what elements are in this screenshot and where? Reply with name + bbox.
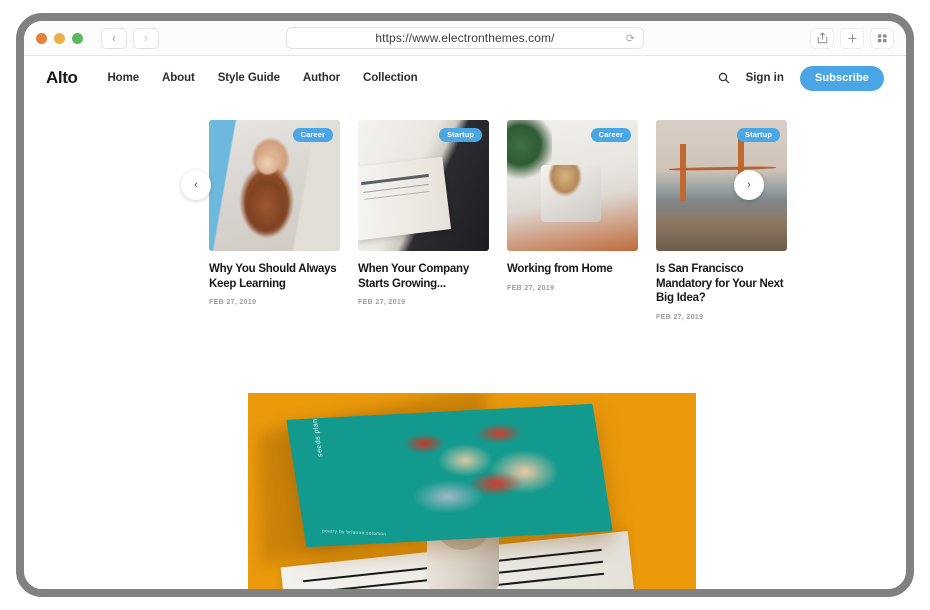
url-text: https://www.electronthemes.com/ (375, 31, 555, 45)
forward-button[interactable]: › (133, 27, 159, 49)
main-navigation: Home About Style Guide Author Collection (107, 72, 417, 84)
hero-feature-image[interactable]: seeds planted in concrete poetry by bria… (248, 393, 696, 589)
article-thumbnail[interactable]: Startup (358, 120, 489, 251)
site-header: Alto Home About Style Guide Author Colle… (24, 56, 906, 100)
nav-item-author[interactable]: Author (303, 72, 340, 84)
chevron-right-icon: › (747, 179, 751, 191)
article-carousel: Career Why You Should Always Keep Learni… (24, 120, 906, 321)
article-thumbnail[interactable]: Career (507, 120, 638, 251)
category-badge[interactable]: Startup (737, 128, 780, 142)
article-card[interactable]: Startup Is San Francisco Mandatory for Y… (656, 120, 787, 321)
chevron-left-icon: ‹ (194, 179, 198, 191)
nav-item-home[interactable]: Home (107, 72, 139, 84)
category-badge[interactable]: Career (590, 128, 631, 142)
article-thumbnail[interactable]: Startup (656, 120, 787, 251)
browser-window: ‹ › https://www.electronthemes.com/ ⟳ Al… (24, 21, 906, 589)
article-date: FEB 27, 2019 (507, 284, 555, 292)
navigation-buttons: ‹ › (101, 27, 159, 49)
carousel-prev-button[interactable]: ‹ (181, 170, 211, 200)
subscribe-button[interactable]: Subscribe (799, 65, 884, 91)
article-date: FEB 27, 2019 (656, 314, 704, 322)
article-date: FEB 27, 2019 (209, 299, 257, 307)
nav-item-about[interactable]: About (162, 72, 195, 84)
browser-actions (810, 27, 894, 49)
back-button[interactable]: ‹ (101, 27, 127, 49)
sign-in-link[interactable]: Sign in (746, 72, 784, 84)
tab-overview-button[interactable] (870, 27, 894, 49)
article-card-list: Career Why You Should Always Keep Learni… (24, 120, 906, 321)
close-window-button[interactable] (36, 32, 47, 44)
carousel-next-button[interactable]: › (734, 170, 764, 200)
minimize-window-button[interactable] (54, 32, 65, 44)
category-badge[interactable]: Career (292, 128, 333, 142)
grid-icon (877, 33, 887, 42)
article-card[interactable]: Startup When Your Company Starts Growing… (358, 120, 489, 321)
chevron-right-icon: › (144, 31, 148, 45)
article-title[interactable]: When Your Company Starts Growing... (358, 262, 489, 291)
search-button[interactable] (718, 72, 730, 84)
page-content: Alto Home About Style Guide Author Colle… (24, 56, 906, 589)
hero-book: seeds planted in concrete poetry by bria… (286, 404, 613, 548)
category-badge[interactable]: Startup (439, 128, 482, 142)
header-actions: Sign in Subscribe (718, 65, 884, 91)
article-card[interactable]: Career Why You Should Always Keep Learni… (209, 120, 340, 321)
address-bar[interactable]: https://www.electronthemes.com/ ⟳ (286, 27, 644, 49)
share-button[interactable] (810, 27, 834, 49)
article-card[interactable]: Career Working from Home FEB 27, 2019 (507, 120, 638, 321)
article-title[interactable]: Is San Francisco Mandatory for Your Next… (656, 262, 787, 306)
maximize-window-button[interactable] (72, 32, 83, 44)
new-tab-button[interactable] (840, 27, 864, 49)
hero-book-cover-art (379, 413, 586, 528)
search-icon (718, 72, 729, 84)
article-thumbnail[interactable]: Career (209, 120, 340, 251)
article-title[interactable]: Working from Home (507, 262, 638, 277)
share-icon (817, 32, 827, 44)
device-frame: ‹ › https://www.electronthemes.com/ ⟳ Al… (16, 13, 914, 597)
reload-icon[interactable]: ⟳ (626, 32, 635, 45)
chevron-left-icon: ‹ (112, 31, 116, 45)
nav-item-collection[interactable]: Collection (363, 72, 418, 84)
article-date: FEB 27, 2019 (358, 299, 406, 307)
hero-book-title: seeds planted in concrete (303, 404, 326, 458)
article-title[interactable]: Why You Should Always Keep Learning (209, 262, 340, 291)
hero-book-subtitle: poetry by brianna solomon (322, 528, 387, 537)
nav-item-style-guide[interactable]: Style Guide (218, 72, 280, 84)
window-controls (36, 32, 83, 44)
browser-toolbar: ‹ › https://www.electronthemes.com/ ⟳ (24, 21, 906, 56)
site-logo[interactable]: Alto (46, 68, 78, 88)
hero-artwork: seeds planted in concrete poetry by bria… (248, 393, 696, 589)
plus-icon (847, 33, 857, 43)
